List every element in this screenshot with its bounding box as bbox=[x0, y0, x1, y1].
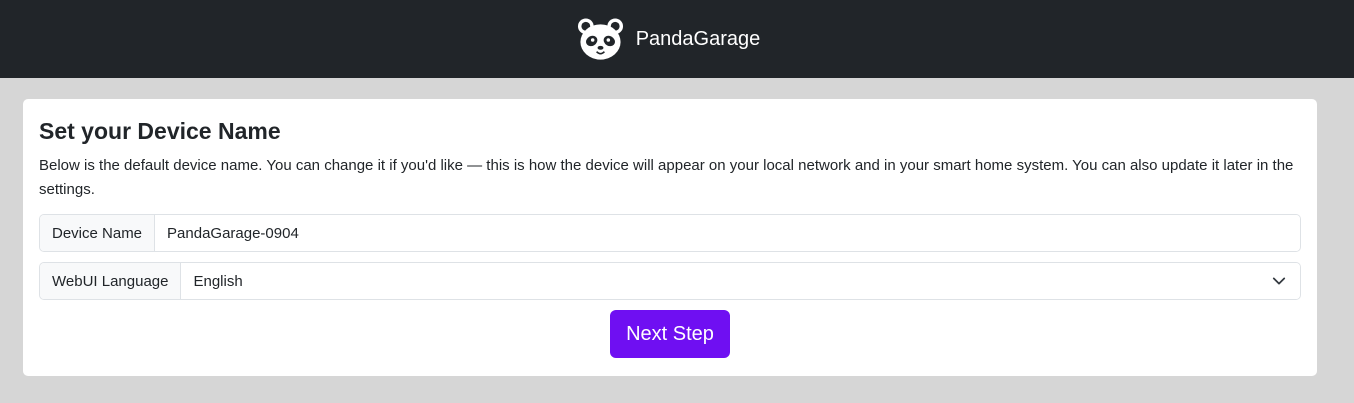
device-name-group: Device Name bbox=[39, 214, 1301, 252]
device-name-label: Device Name bbox=[40, 215, 156, 251]
device-name-card: Set your Device Name Below is the defaul… bbox=[23, 99, 1317, 376]
language-label: WebUI Language bbox=[40, 263, 182, 299]
button-row: Next Step bbox=[39, 310, 1301, 358]
card-description: Below is the default device name. You ca… bbox=[39, 157, 1294, 198]
chevron-down-icon bbox=[1272, 277, 1286, 285]
language-selected-value: English bbox=[193, 272, 243, 290]
brand-name: PandaGarage bbox=[635, 27, 761, 50]
language-select[interactable]: English bbox=[181, 263, 1300, 299]
language-group: WebUI Language English bbox=[39, 262, 1301, 300]
next-step-button[interactable]: Next Step bbox=[610, 310, 730, 358]
card-title: Set your Device Name bbox=[39, 118, 281, 144]
brand[interactable]: PandaGarage bbox=[577, 17, 761, 61]
top-navbar: PandaGarage bbox=[0, 0, 1354, 78]
panda-logo-icon bbox=[577, 18, 623, 60]
device-name-input[interactable] bbox=[155, 215, 1300, 251]
